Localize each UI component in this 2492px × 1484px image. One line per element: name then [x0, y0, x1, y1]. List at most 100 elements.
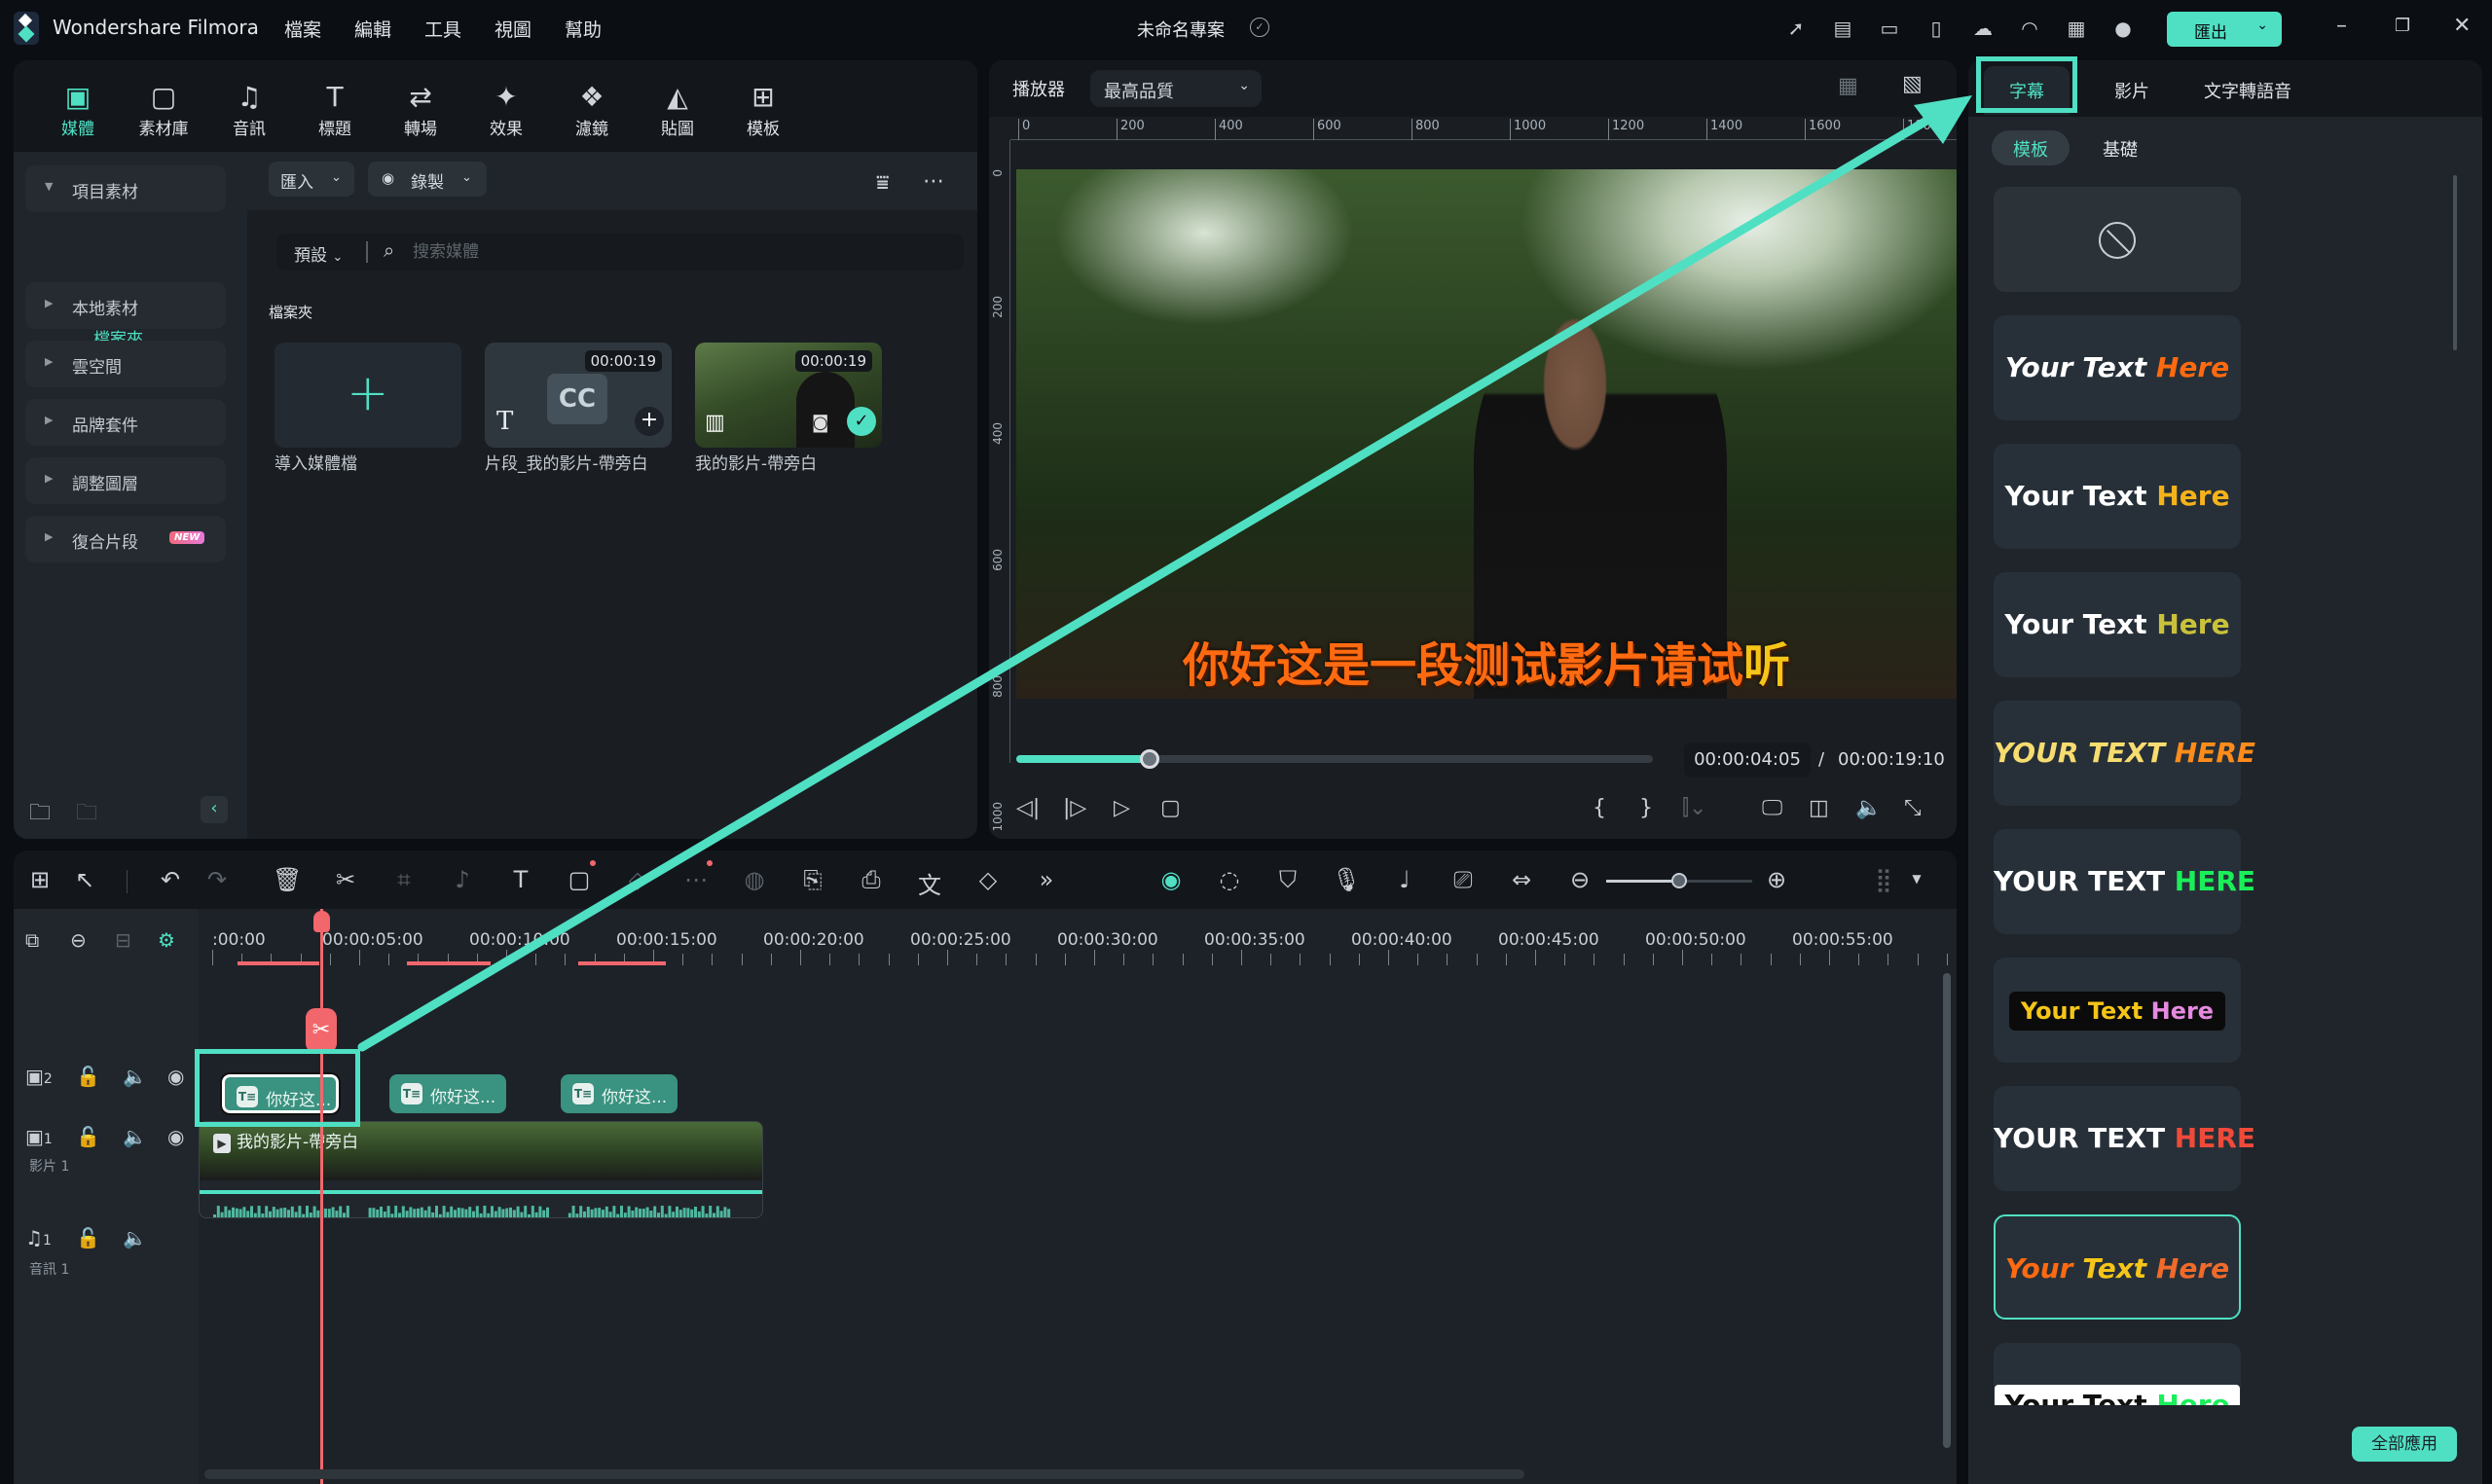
render-preview-icon[interactable]: ◌ [1215, 866, 1244, 893]
subtitle-template[interactable]: Your Text Here [1994, 1214, 2241, 1320]
scrubber-handle[interactable] [1140, 749, 1160, 769]
group-icon[interactable]: ⊟ [115, 928, 131, 952]
zoom-in-icon[interactable]: ⊕ [1762, 866, 1791, 893]
tab-effects[interactable]: ✦ 效果 [475, 80, 537, 139]
tab-transitions[interactable]: ⇄ 轉場 [389, 80, 452, 139]
timeline-zoom-slider[interactable] [1606, 873, 1752, 888]
zoom-handle[interactable] [1671, 873, 1687, 888]
subtitle-overlay[interactable]: 你好这是一段测试影片请试听 [1016, 627, 1957, 695]
subtitle-template[interactable]: Your Text Here [1994, 958, 2241, 1063]
visibility-eye-icon[interactable]: ◉ [167, 1065, 184, 1088]
add-to-timeline-button[interactable]: + [635, 407, 664, 436]
send-feedback-icon[interactable]: ➚ [1783, 16, 1809, 41]
subtitle-template[interactable]: Your Text Here [1994, 444, 2241, 549]
subtitle-template[interactable]: YOUR TEXT HERE [1994, 1086, 2255, 1191]
display-icon[interactable]: 🖵 [1762, 796, 1782, 820]
stop-icon[interactable]: ▢ [1160, 796, 1181, 820]
subtitle-clip[interactable]: T≡ 你好这... [561, 1074, 678, 1113]
apply-all-button[interactable]: 全部應用 [2352, 1427, 2457, 1462]
tab-titles[interactable]: T 標題 [304, 80, 366, 139]
import-dropdown[interactable]: 匯入 ⌄ [269, 162, 354, 197]
delete-icon[interactable]: 🗑 [273, 866, 302, 893]
media-item-video[interactable]: 00:00:19 ▥ ◙ ✓ [695, 343, 882, 448]
tab-audio[interactable]: ♫ 音訊 [218, 80, 280, 139]
sidebar-item-local-media[interactable]: ▶ 本地素材 [25, 282, 226, 329]
sidebar-item-cloud[interactable]: ▶ 雲空間 [25, 341, 226, 387]
tab-filters[interactable]: ❖ 濾鏡 [561, 80, 623, 139]
fit-timeline-icon[interactable]: ⇔ [1507, 866, 1536, 893]
more-tools-icon[interactable]: » [1032, 866, 1061, 893]
translate-icon[interactable]: 文 [915, 866, 944, 900]
delete-folder-icon[interactable]: 🗀 [76, 796, 97, 833]
ai-portrait-icon[interactable]: ◇ [623, 866, 652, 893]
magnet-snap-icon[interactable]: ⚙ [158, 928, 175, 952]
user-avatar[interactable]: ● [2110, 16, 2136, 41]
tab-media[interactable]: ▣ 媒體 [47, 80, 109, 139]
snap-icon[interactable]: ⎚ [1448, 866, 1478, 893]
redo-icon[interactable]: ↷ [202, 866, 232, 893]
current-time[interactable]: 00:00:04:05 [1684, 743, 1811, 777]
lock-icon[interactable]: 🔓 [76, 1065, 100, 1088]
video-clip[interactable]: ▶ 我的影片-帶旁白 [199, 1121, 763, 1218]
cloud-upload-icon[interactable]: ☁ [1970, 16, 1996, 41]
menu-view[interactable]: 視圖 [495, 16, 531, 42]
tab-stickers[interactable]: ◭ 貼圖 [646, 80, 709, 139]
restore-button[interactable]: ❐ [2395, 16, 2410, 36]
sort-dropdown[interactable]: 預設 ⌄ [294, 241, 343, 266]
zoom-out-icon[interactable]: ⊖ [1565, 866, 1594, 893]
lock-icon[interactable]: 🔓 [76, 1125, 100, 1148]
subtitle-template[interactable]: YOUR TEXT HERE [1994, 701, 2255, 806]
tab-stock-library[interactable]: ▢ 素材庫 [132, 80, 195, 139]
mark-out-icon[interactable]: } [1639, 796, 1653, 820]
visibility-eye-icon[interactable]: ◉ [167, 1125, 184, 1148]
ai-copilot-icon[interactable]: ◉ [1156, 866, 1186, 893]
mute-icon[interactable]: 🔈 [123, 1125, 147, 1148]
undo-icon[interactable]: ↶ [156, 866, 185, 893]
grid-view-icon[interactable]: ▦ [1838, 74, 1858, 98]
snapshot-camera-icon[interactable]: ◫ [1809, 796, 1829, 820]
speech-to-text-icon[interactable]: ⎘ [798, 866, 827, 893]
tab-templates[interactable]: ⊞ 模板 [732, 80, 794, 139]
task-list-icon[interactable]: ▤ [1830, 16, 1855, 41]
crop-icon[interactable]: ⌗ [389, 866, 419, 893]
mark-in-icon[interactable]: { [1593, 796, 1606, 820]
tab-text-to-speech[interactable]: 文字轉語音 [2204, 78, 2291, 103]
text-edit-icon[interactable]: T [506, 866, 535, 893]
playhead-handle[interactable] [313, 911, 330, 932]
collapse-sidebar-button[interactable]: ‹ [201, 796, 228, 823]
tab-video[interactable]: 影片 [2114, 78, 2149, 103]
close-button[interactable]: ✕ [2453, 14, 2471, 38]
sidebar-item-adjustment-layer[interactable]: ▶ 調整圖層 [25, 457, 226, 504]
sidebar-item-project-media[interactable]: ▼ 項目素材 [25, 165, 226, 212]
subtitle-template[interactable]: Your Text Here [1994, 572, 2241, 677]
search-input[interactable] [413, 237, 919, 267]
scopes-icon[interactable]: ▧ [1902, 72, 1923, 96]
mute-icon[interactable]: 🔈 [123, 1065, 147, 1088]
save-icon[interactable]: ▯ [1924, 16, 1949, 41]
playback-scrubber[interactable] [1016, 749, 1653, 769]
export-button[interactable]: 匯出 ⌄ [2167, 12, 2282, 47]
audio-mixer-icon[interactable]: ♩ [1390, 866, 1419, 893]
audio-adjust-icon[interactable]: ♪ [448, 866, 477, 893]
text-to-speech-icon[interactable]: ⎙ [857, 866, 886, 893]
media-item-subtitle[interactable]: CC 00:00:19 T + [485, 343, 672, 448]
mute-icon[interactable]: 🔈 [123, 1226, 147, 1249]
insert-icon[interactable]: ⫿⌄ [1682, 796, 1706, 820]
minimize-button[interactable]: – [2336, 14, 2347, 38]
timeline-ruler[interactable]: :00:00 00:00:05:00 00:00:10:00 00:00:15:00 0… [199, 909, 1948, 967]
layout-grid-icon[interactable]: ⊞ [25, 866, 55, 893]
quality-dropdown[interactable]: 最高品質 ⌄ [1090, 70, 1262, 107]
apps-grid-icon[interactable]: ▦ [2064, 16, 2089, 41]
keyframe-icon[interactable]: ◇ [973, 866, 1003, 893]
filter-icon[interactable]: ⩸ [876, 171, 889, 196]
subtitle-template[interactable]: YOUR TEXT HERE [1994, 829, 2255, 934]
subtitle-template[interactable]: Your Text Here [1994, 315, 2241, 420]
link-icon[interactable]: ⊖ [70, 928, 87, 952]
audio-wave-icon[interactable]: ◍ [740, 866, 769, 893]
shape-icon[interactable]: ▢ [565, 860, 596, 893]
fullscreen-icon[interactable]: ⤡ [1904, 796, 1922, 820]
split-at-playhead-button[interactable]: ✂ [306, 1008, 337, 1053]
microphone-icon[interactable]: 🎙 [1332, 866, 1361, 893]
new-folder-icon[interactable]: 🗀 [29, 796, 51, 833]
split-scissors-icon[interactable]: ✂ [331, 866, 360, 893]
